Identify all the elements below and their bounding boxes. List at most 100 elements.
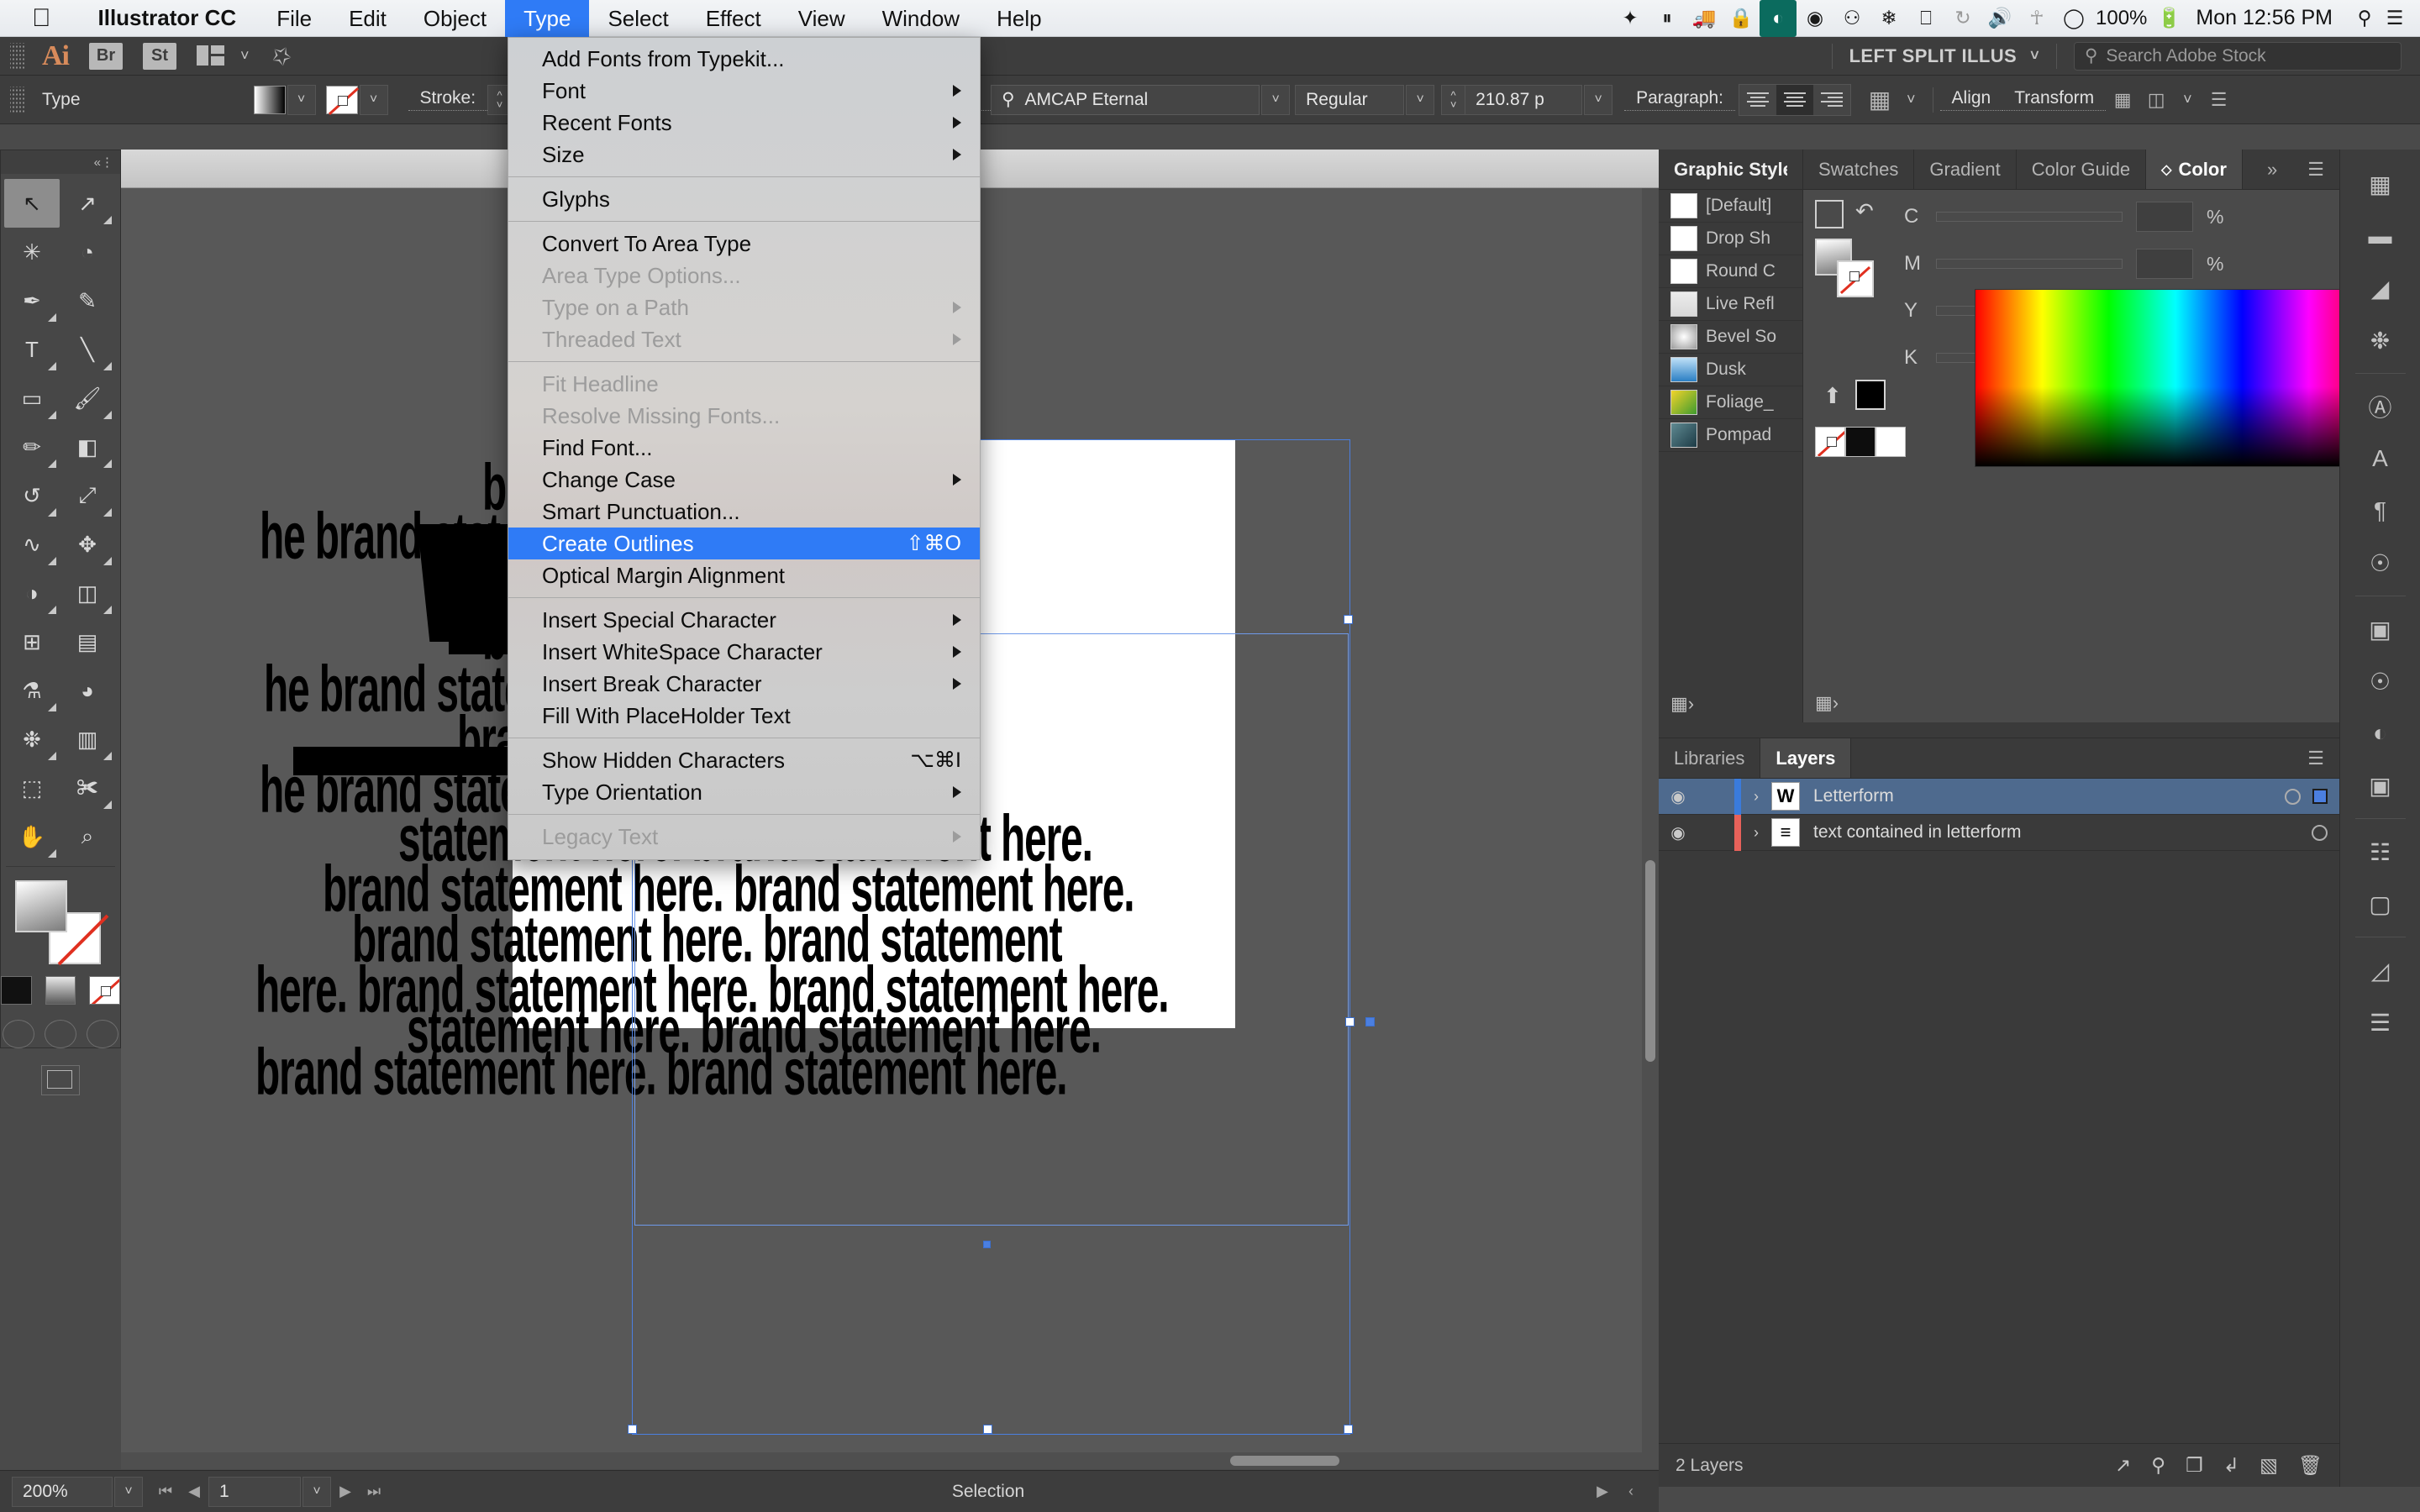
transform-panel-icon[interactable]: ▢ — [2354, 878, 2407, 930]
font-family-chevron-down-icon[interactable]: ˅ — [1261, 84, 1291, 115]
pause-icon[interactable]: ⏸ — [1649, 0, 1686, 37]
color-panel[interactable]: ↶ ⬆ C% M% Y% K% ▦› — [1803, 190, 2376, 722]
fill-stroke-control[interactable] — [10, 875, 111, 968]
wifi-signal-icon[interactable]: ◐ — [1760, 0, 1797, 37]
menu-item-change-case[interactable]: Change Case — [508, 464, 980, 496]
font-style-field[interactable]: Regular — [1295, 84, 1405, 115]
layer-target-circle[interactable] — [2312, 824, 2328, 841]
paragraph-label[interactable]: Paragraph: — [1624, 88, 1736, 111]
locate-object-icon[interactable]: ⚲ — [2151, 1454, 2165, 1477]
delete-layer-icon[interactable]: 🗑 — [2298, 1454, 2323, 1477]
font-size-field[interactable]: 210.87 p — [1465, 84, 1583, 115]
free-transform-tool[interactable]: ✥ — [60, 520, 115, 569]
spotlight-search-icon[interactable]: ⚲ — [2346, 0, 2383, 37]
perspective-grid-tool[interactable]: ◫ — [60, 569, 115, 617]
channel-value-field[interactable] — [2136, 249, 2193, 279]
slice-tool[interactable]: ✀ — [60, 764, 115, 812]
pencil-tool[interactable]: ✏ — [4, 423, 60, 471]
tab-layers[interactable]: Layers — [1760, 738, 1852, 778]
graphic-style-row[interactable]: Bevel So — [1659, 321, 1802, 354]
new-layer-icon[interactable]: ▧ — [2260, 1454, 2278, 1477]
draw-behind-button[interactable] — [45, 1020, 76, 1048]
align-panel-link[interactable]: Align — [1939, 88, 2003, 111]
timemachine-icon[interactable]: ↻ — [1944, 0, 1981, 37]
airplay-icon[interactable]: ⎕ — [1907, 0, 1944, 37]
align-center-button[interactable] — [1776, 84, 1814, 115]
paintbrush-tool[interactable]: 🖌 — [60, 374, 115, 423]
layer-row[interactable]: ◉ › W Letterform — [1659, 778, 2339, 815]
menu-item-legacy-text[interactable]: Legacy Text — [508, 821, 980, 853]
feather-icon[interactable]: ⚇ — [1833, 0, 1870, 37]
menu-item-threaded-text[interactable]: Threaded Text — [508, 323, 980, 355]
tab-graphic-styles[interactable]: Graphic Styles — [1659, 150, 1803, 189]
menu-view[interactable]: View — [780, 0, 864, 37]
selection-handle-right[interactable] — [1345, 1017, 1355, 1026]
canvas-text-line[interactable]: brand statement here. brand statement he… — [255, 1035, 1068, 1110]
collapse-panels-button[interactable]: » — [2252, 150, 2293, 189]
rotate-tool[interactable]: ↺ — [4, 471, 60, 520]
menu-item-fit-headline[interactable]: Fit Headline — [508, 368, 980, 400]
layer-visibility-eye-icon[interactable]: ◉ — [1659, 822, 1697, 843]
layer-disclosure-chevron-icon[interactable]: › — [1741, 824, 1771, 842]
pompadour-thumb[interactable] — [1670, 423, 1697, 448]
layers-panel-menu-icon[interactable]: ☰ — [2292, 738, 2339, 778]
fill-swatch[interactable] — [253, 85, 286, 114]
tools-collapse-button[interactable]: «⋮ — [1, 150, 120, 174]
envelope-distort-icon[interactable]: ▦ — [1863, 85, 1897, 115]
glyphs-panel-icon[interactable]: ☉ — [2354, 537, 2407, 589]
align-right-button[interactable] — [1813, 84, 1851, 115]
lock-icon[interactable]: 🔒 — [1723, 0, 1760, 37]
rocket-icon[interactable]: ✩ — [264, 39, 297, 73]
zoom-chevron-down-icon[interactable]: ˅ — [114, 1476, 143, 1507]
menu-item-find-font[interactable]: Find Font... — [508, 432, 980, 464]
menu-file[interactable]: File — [258, 0, 330, 37]
channel-slider[interactable] — [1936, 259, 2123, 269]
new-sublayer-icon[interactable]: ↲ — [2223, 1454, 2239, 1477]
tab-color[interactable]: ◇ Color — [2146, 150, 2243, 189]
layer-disclosure-chevron-icon[interactable]: › — [1741, 788, 1771, 806]
menu-item-insert-whitespace-character[interactable]: Insert WhiteSpace Character — [508, 636, 980, 668]
layer-selection-indicator[interactable] — [2312, 789, 2328, 804]
arrange-chevron-down-icon[interactable]: ˅ — [230, 47, 260, 65]
screen-mode-button[interactable] — [1, 1065, 120, 1095]
font-style-chevron-down-icon[interactable]: ˅ — [1406, 84, 1435, 115]
prev-page-icon[interactable]: ◀ — [180, 1483, 208, 1500]
layer-row[interactable]: ◉ › ≡ text contained in letterform — [1659, 814, 2339, 851]
menu-item-insert-special-character[interactable]: Insert Special Character — [508, 604, 980, 636]
width-tool[interactable]: ∿ — [4, 520, 60, 569]
selection-handle-top[interactable] — [1344, 615, 1353, 624]
appbar-drag-handle[interactable] — [10, 42, 25, 70]
next-page-icon[interactable]: ▶ — [331, 1483, 360, 1500]
rectangle-panel-icon[interactable]: ▬ — [2354, 210, 2407, 262]
canvas-vscroll-thumb[interactable] — [1645, 860, 1655, 1062]
direct-selection-tool[interactable]: ↗ — [60, 179, 115, 228]
camera-icon[interactable]: ◉ — [1797, 0, 1833, 37]
open-type-panel-icon[interactable]: A — [2354, 433, 2407, 485]
fill-control[interactable]: ˅ — [253, 84, 316, 115]
graphic-style-row[interactable]: Drop Sh — [1659, 223, 1802, 255]
round-corners-thumb[interactable] — [1670, 259, 1697, 284]
artboard-number-field[interactable]: 1 — [208, 1476, 301, 1507]
eyedropper-tool[interactable]: ⚗ — [4, 666, 60, 715]
layer-name-label[interactable]: Letterform — [1800, 786, 1894, 806]
canvas-horizontal-scrollbar[interactable] — [121, 1452, 1659, 1469]
font-family-field[interactable]: ⚲ AMCAP Eternal — [991, 84, 1260, 115]
menu-item-area-type-options[interactable]: Area Type Options... — [508, 260, 980, 291]
stroke-swatch-panel[interactable] — [1837, 260, 1874, 297]
dropbox-icon[interactable]: ✦ — [1612, 0, 1649, 37]
appearance-panel-icon[interactable]: ▣ — [2354, 603, 2407, 655]
default-style-thumb[interactable] — [1670, 193, 1697, 218]
artboard-chevron-down-icon[interactable]: ˅ — [302, 1476, 331, 1507]
swap-fill-stroke-icon[interactable]: ↶ — [1855, 198, 1874, 224]
menu-item-font[interactable]: Font — [508, 75, 980, 107]
menu-item-size[interactable]: Size — [508, 139, 980, 171]
column-graph-tool[interactable]: ▥ — [60, 715, 115, 764]
shape-panel-icon[interactable]: ◢ — [2354, 262, 2407, 314]
menu-item-type-on-a-path[interactable]: Type on a Path — [508, 291, 980, 323]
volume-icon[interactable]: 🔊 — [1981, 0, 2018, 37]
zoom-level-field[interactable]: 200% — [12, 1476, 113, 1507]
menu-item-create-outlines[interactable]: Create Outlines ⇧⌘O — [508, 528, 980, 559]
canvas-hscroll-thumb[interactable] — [1230, 1456, 1339, 1466]
stroke-chevron-down-icon[interactable]: ˅ — [359, 84, 388, 115]
character-panel-icon[interactable]: Ⓐ — [2354, 381, 2407, 433]
